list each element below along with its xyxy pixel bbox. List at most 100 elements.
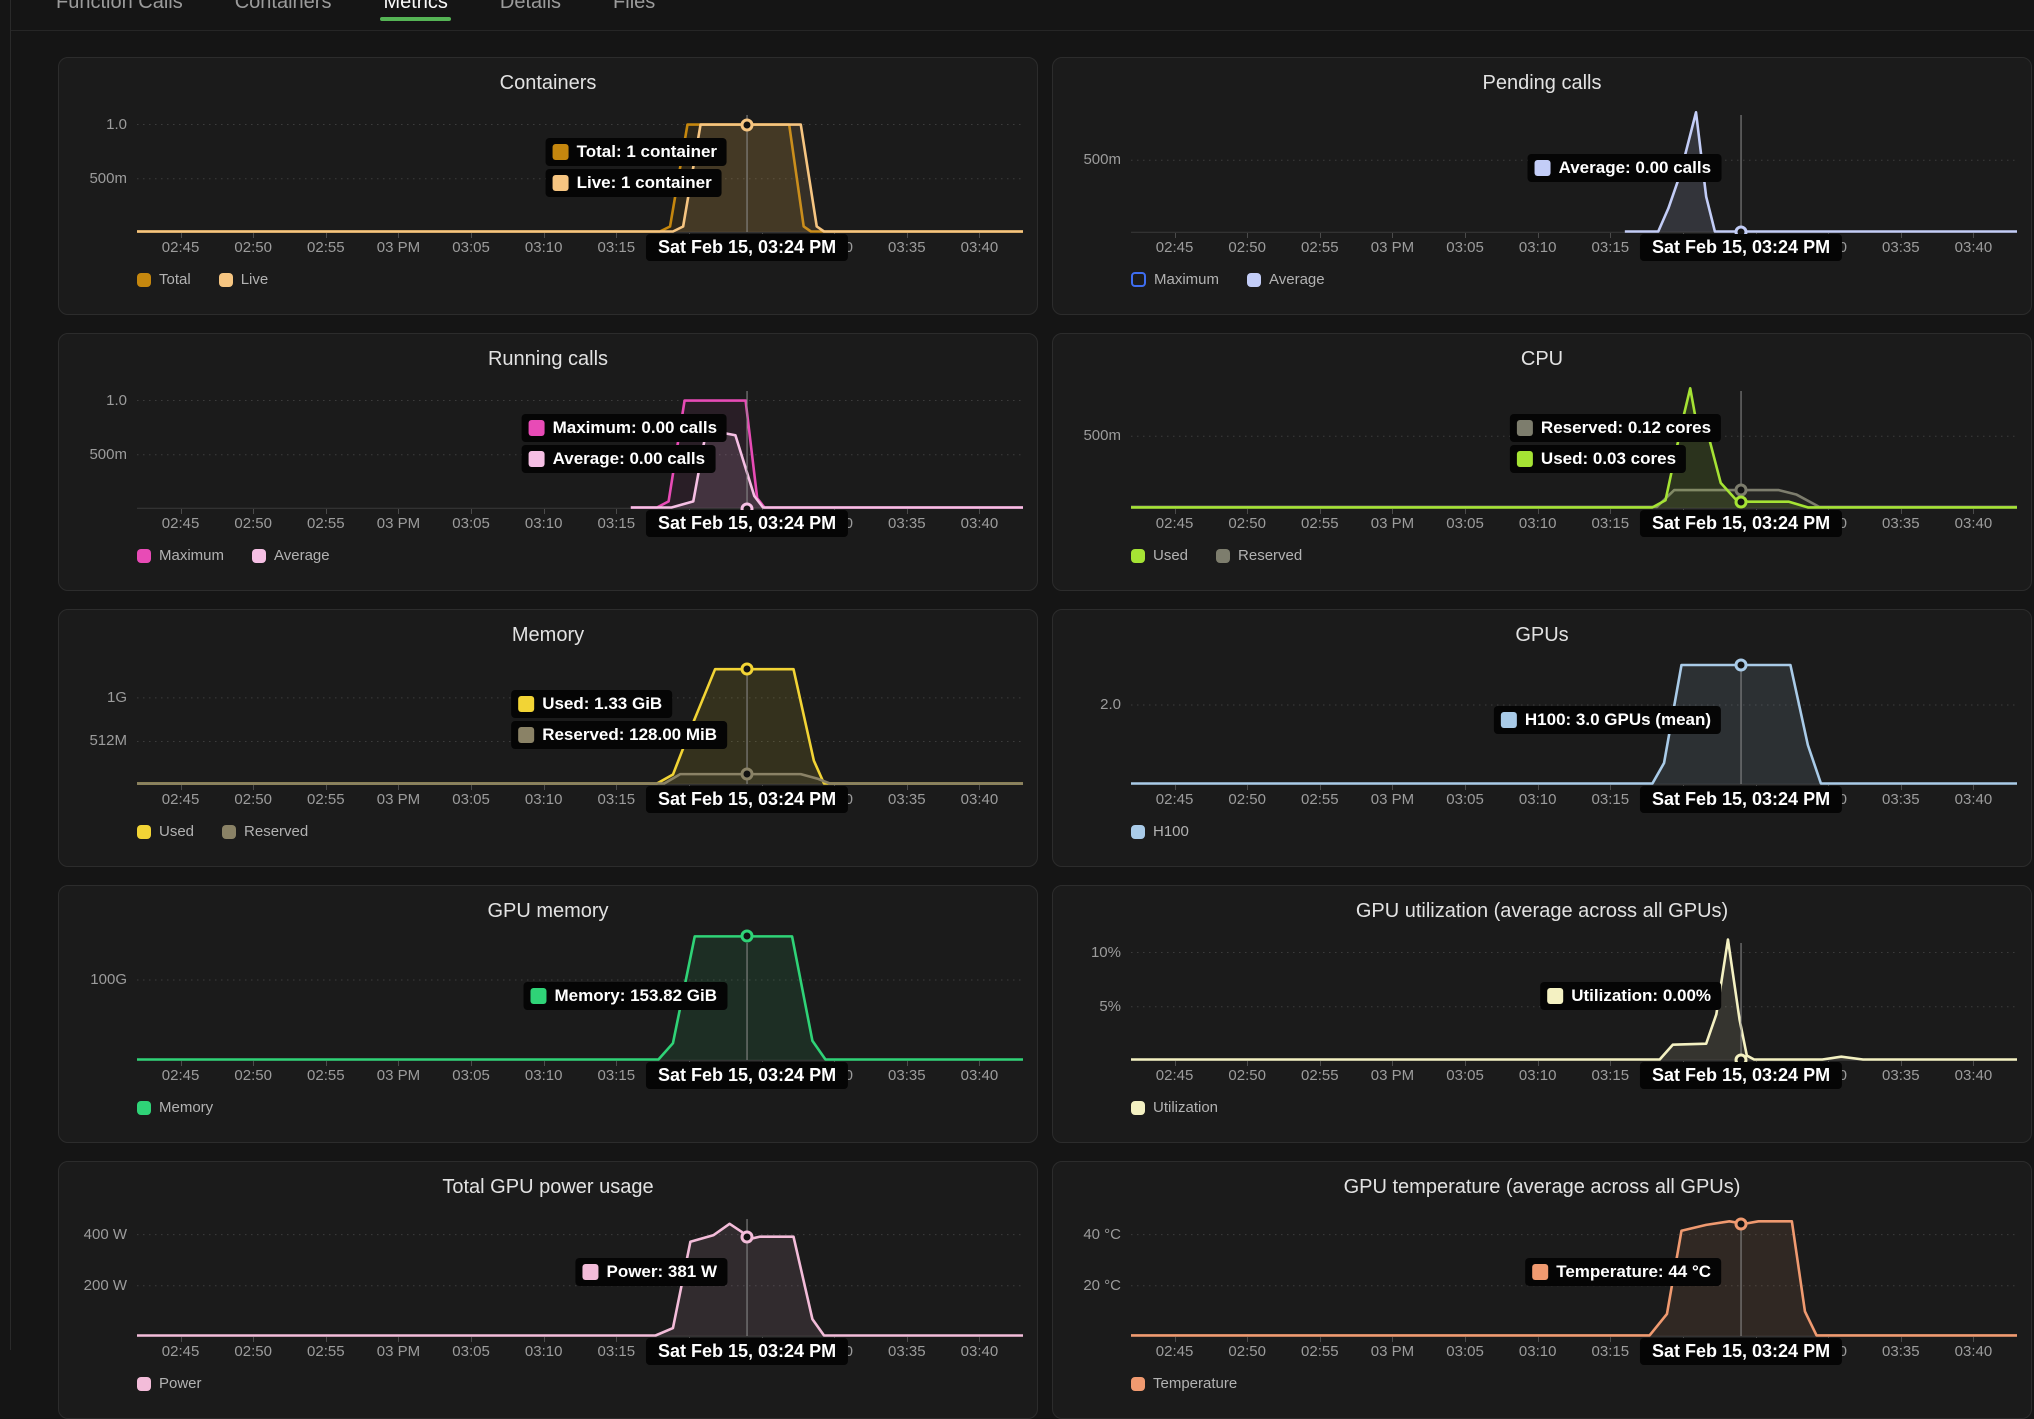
legend-item-h100[interactable]: H100 [1131, 823, 1189, 840]
x-axis-tick [1175, 1337, 1176, 1342]
x-axis-label: 02:50 [1228, 791, 1266, 808]
tab-details[interactable]: Details [500, 0, 561, 30]
tab-label: Containers [235, 0, 332, 13]
legend-swatch [137, 1101, 151, 1115]
x-axis-tick [398, 233, 399, 238]
x-axis-tick [471, 509, 472, 514]
chart-card-cpu: CPU 500m Reserved: 0.12 coresUsed: 0.03 … [1052, 333, 2032, 591]
x-axis-label: 03:10 [525, 791, 563, 808]
x-axis-tick [1610, 1061, 1611, 1066]
x-axis-tick [1175, 233, 1176, 238]
tab-containers[interactable]: Containers [235, 0, 332, 30]
tooltip-row: Temperature: 44 °C [1525, 1258, 1721, 1286]
chart-plot[interactable]: Utilization: 0.00% [1131, 933, 2017, 1061]
x-axis-tick [979, 233, 980, 238]
x-axis-tick [253, 233, 254, 238]
plot-row: 1.0500m Maximum: 0.00 callsAverage: 0.00… [73, 381, 1023, 509]
chart-plot[interactable]: Memory: 153.82 GiB [137, 933, 1023, 1061]
chart-plot[interactable]: Temperature: 44 °C [1131, 1209, 2017, 1337]
chart-title: CPU [1067, 348, 2017, 371]
tab-function-calls[interactable]: Function Calls [56, 0, 183, 30]
legend-item-used[interactable]: Used [1131, 547, 1188, 564]
legend-item-reserved[interactable]: Reserved [222, 823, 308, 840]
chart-plot[interactable]: Reserved: 0.12 coresUsed: 0.03 cores [1131, 381, 2017, 509]
x-axis-label: 03:05 [1446, 515, 1484, 532]
plot-row: 400 W200 W Power: 381 W [73, 1209, 1023, 1337]
y-axis: 100G [73, 933, 137, 1061]
legend-label: Temperature [1153, 1375, 1237, 1392]
plot-row: 500m Average: 0.00 calls [1067, 105, 2017, 233]
plot-row: 2.0 H100: 3.0 GPUs (mean) [1067, 657, 2017, 785]
legend-item-average[interactable]: Average [252, 547, 330, 564]
x-axis-tick [907, 1061, 908, 1066]
chart-plot[interactable]: Total: 1 containerLive: 1 container [137, 105, 1023, 233]
x-axis: Sat Feb 15, 03:24 PM 02:4502:5002:5503 P… [1131, 1061, 2017, 1087]
tooltip-text: Average: 0.00 calls [553, 449, 705, 469]
legend-item-reserved[interactable]: Reserved [1216, 547, 1302, 564]
chart-plot[interactable]: Maximum: 0.00 callsAverage: 0.00 calls [137, 381, 1023, 509]
tooltip-text: Live: 1 container [577, 173, 712, 193]
x-axis-tick [1973, 785, 1974, 790]
chart-plot[interactable]: Power: 381 W [137, 1209, 1023, 1337]
x-axis-label: 03:10 [1519, 239, 1557, 256]
legend-item-temperature[interactable]: Temperature [1131, 1375, 1237, 1392]
legend-item-maximum[interactable]: Maximum [1131, 271, 1219, 288]
legend-item-memory[interactable]: Memory [137, 1099, 213, 1116]
legend-item-utilization[interactable]: Utilization [1131, 1099, 1218, 1116]
y-axis-label: 100G [73, 971, 127, 988]
chart-plot[interactable]: Used: 1.33 GiBReserved: 128.00 MiB [137, 657, 1023, 785]
chart-plot[interactable]: H100: 3.0 GPUs (mean) [1131, 657, 2017, 785]
y-axis-label: 1G [73, 689, 127, 706]
tab-files[interactable]: Files [613, 0, 655, 30]
x-axis-tick [979, 1337, 980, 1342]
metrics-page: Function Calls Containers Metrics Details Fi… [10, 0, 2034, 1350]
value-tooltip: Maximum: 0.00 callsAverage: 0.00 calls [522, 414, 727, 473]
timestamp-tooltip: Sat Feb 15, 03:24 PM [646, 510, 848, 537]
y-axis: 1.0500m [73, 381, 137, 509]
timestamp-tooltip: Sat Feb 15, 03:24 PM [1640, 1062, 1842, 1089]
tooltip-text: Power: 381 W [606, 1262, 717, 1282]
x-axis-label: 03:35 [888, 515, 926, 532]
legend-item-maximum[interactable]: Maximum [137, 547, 224, 564]
legend-swatch [252, 549, 266, 563]
chart-card-gpu-temperature: GPU temperature (average across all GPUs… [1052, 1161, 2032, 1419]
legend: Temperature [1131, 1375, 2017, 1392]
x-axis-tick [1247, 1061, 1248, 1066]
x-axis-tick [1247, 233, 1248, 238]
x-axis-tick [1392, 1061, 1393, 1066]
x-axis-label: 03 PM [1371, 1067, 1414, 1084]
series-swatch [531, 988, 547, 1004]
tab-metrics[interactable]: Metrics [383, 0, 447, 30]
x-axis-label: 03:05 [1446, 239, 1484, 256]
chart-title: Total GPU power usage [73, 1176, 1023, 1199]
x-axis-tick [181, 1061, 182, 1066]
y-axis: 2.0 [1067, 657, 1131, 785]
x-axis-tick [544, 785, 545, 790]
x-axis-tick [1247, 1337, 1248, 1342]
x-axis-tick [1465, 233, 1466, 238]
x-axis-tick [1320, 785, 1321, 790]
legend-item-total[interactable]: Total [137, 271, 191, 288]
legend-item-average[interactable]: Average [1247, 271, 1325, 288]
legend-label: Average [1269, 271, 1325, 288]
x-axis-label: 03:15 [598, 515, 636, 532]
crosshair-marker [1735, 1217, 1748, 1230]
series-swatch [1547, 988, 1563, 1004]
series-swatch [1535, 160, 1551, 176]
x-axis: Sat Feb 15, 03:24 PM 02:4502:5002:5503 P… [137, 1061, 1023, 1087]
legend-swatch [137, 273, 151, 287]
x-axis: Sat Feb 15, 03:24 PM 02:4502:5002:5503 P… [137, 233, 1023, 259]
tooltip-row: Utilization: 0.00% [1540, 982, 1721, 1010]
legend-item-used[interactable]: Used [137, 823, 194, 840]
legend-item-live[interactable]: Live [219, 271, 269, 288]
x-axis-tick [1465, 785, 1466, 790]
x-axis-tick [1320, 1061, 1321, 1066]
x-axis-label: 02:50 [1228, 1067, 1266, 1084]
x-axis-tick [1538, 509, 1539, 514]
series-swatch [518, 727, 534, 743]
chart-card-gpus: GPUs 2.0 H100: 3.0 GPUs (mean) Sat Feb 1… [1052, 609, 2032, 867]
x-axis-label: 03:40 [961, 791, 999, 808]
legend-item-power[interactable]: Power [137, 1375, 202, 1392]
chart-plot[interactable]: Average: 0.00 calls [1131, 105, 2017, 233]
x-axis-label: 02:55 [307, 239, 345, 256]
